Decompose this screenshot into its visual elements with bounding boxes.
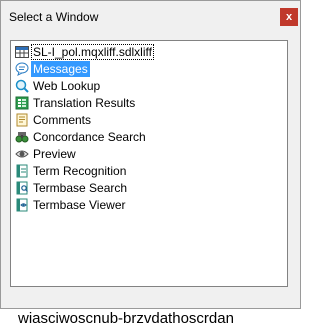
list-item-preview[interactable]: Preview: [15, 146, 283, 162]
web-lookup-icon: [15, 79, 29, 93]
concordance-search-icon: [15, 130, 29, 144]
list-item-web-lookup[interactable]: Web Lookup: [15, 78, 283, 94]
list-item-label: Translation Results: [33, 96, 136, 110]
select-window-dialog: Select a Window x SL-I_pol.mqxliff.sdlxl…: [0, 0, 301, 309]
translation-results-icon: [15, 96, 29, 110]
list-item-messages[interactable]: Messages: [15, 61, 283, 77]
term-recognition-icon: [15, 164, 29, 178]
list-item-label: Messages: [31, 61, 90, 77]
list-item-comments[interactable]: Comments: [15, 112, 283, 128]
list-item-document[interactable]: SL-I_pol.mqxliff.sdlxliff: [15, 44, 283, 60]
list-item-term-recognition[interactable]: Term Recognition: [15, 163, 283, 179]
comments-icon: [15, 113, 29, 127]
window-list[interactable]: SL-I_pol.mqxliff.sdlxliff Messages Web L…: [10, 40, 288, 287]
dialog-title: Select a Window: [9, 10, 99, 24]
close-icon: x: [285, 11, 293, 23]
list-item-label: Web Lookup: [33, 79, 101, 93]
list-item-label: Concordance Search: [33, 130, 146, 144]
termbase-search-icon: [15, 181, 29, 195]
document-grid-icon: [15, 45, 29, 59]
messages-icon: [15, 62, 29, 76]
list-item-concordance-search[interactable]: Concordance Search: [15, 129, 283, 145]
list-item-translation-results[interactable]: Translation Results: [15, 95, 283, 111]
list-item-label: Preview: [33, 147, 76, 161]
list-item-label: Term Recognition: [33, 164, 127, 178]
list-item-label: Termbase Search: [33, 181, 128, 195]
background-document-text: wiasciwoscnub-brzvdathoscrdan: [18, 310, 234, 327]
list-item-label: SL-I_pol.mqxliff.sdlxliff: [31, 44, 154, 60]
termbase-viewer-icon: [15, 198, 29, 212]
preview-eye-icon: [15, 147, 29, 161]
list-item-label: Termbase Viewer: [33, 198, 126, 212]
list-item-termbase-viewer[interactable]: Termbase Viewer: [15, 197, 283, 213]
close-button[interactable]: x: [280, 8, 298, 26]
list-item-termbase-search[interactable]: Termbase Search: [15, 180, 283, 196]
list-item-label: Comments: [33, 113, 92, 127]
title-bar[interactable]: Select a Window x: [1, 1, 300, 32]
